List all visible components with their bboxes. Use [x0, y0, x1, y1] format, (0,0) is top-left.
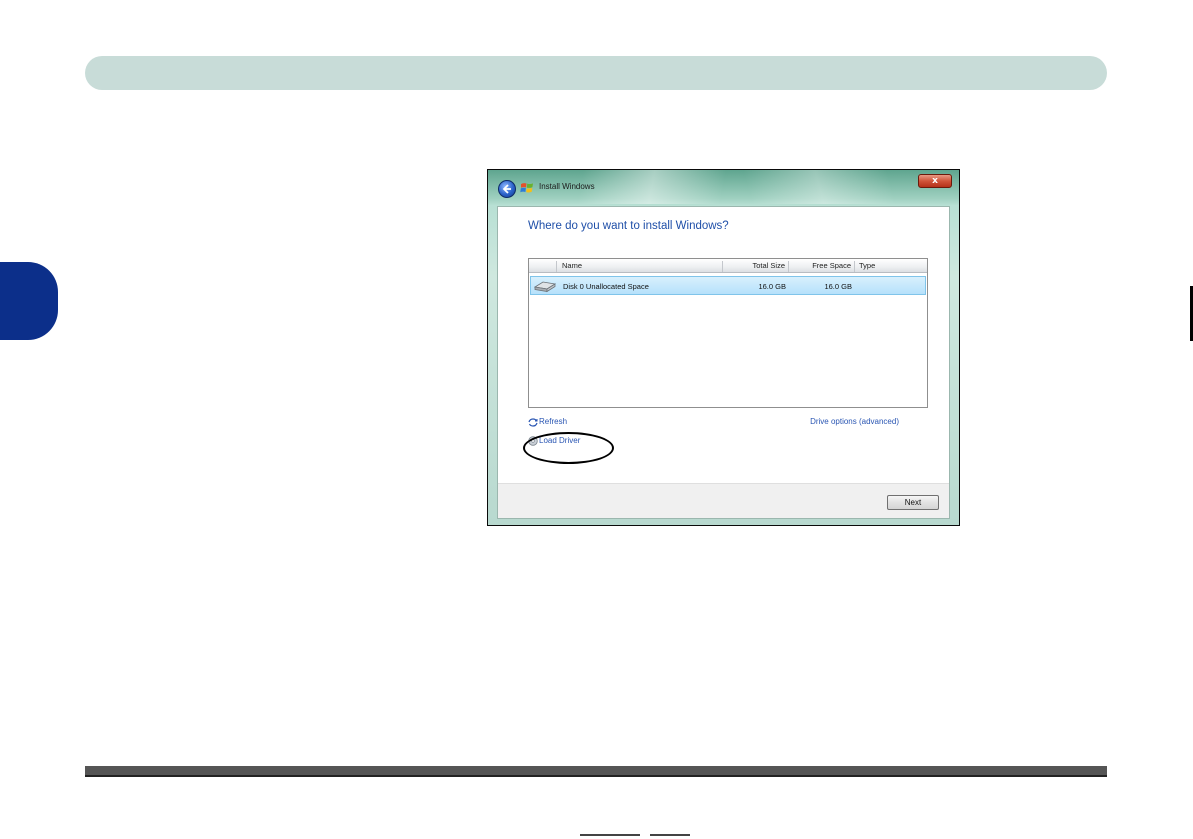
window-title: Install Windows [539, 182, 595, 191]
page-header-bar [85, 56, 1107, 90]
window-frame: Install Windows x Where do you want to i… [488, 170, 959, 525]
title-bar: Install Windows x [488, 170, 959, 204]
disk-total-size: 16.0 GB [758, 282, 786, 291]
icon-column-divider [556, 261, 557, 272]
table-row[interactable]: Disk 0 Unallocated Space 16.0 GB 16.0 GB [530, 276, 926, 295]
close-button[interactable]: x [918, 174, 952, 188]
column-header-free-space[interactable]: Free Space [788, 261, 854, 272]
chapter-tab [0, 262, 58, 340]
highlight-circle [523, 432, 614, 464]
install-windows-dialog: Install Windows x Where do you want to i… [487, 169, 960, 526]
footer-mark [650, 834, 690, 836]
table-header: Name Total Size Free Space Type [529, 259, 927, 273]
back-arrow-icon[interactable] [498, 180, 516, 198]
hard-disk-icon [533, 281, 557, 293]
dialog-content: Where do you want to install Windows? Na… [497, 206, 950, 519]
column-header-total-size[interactable]: Total Size [722, 261, 788, 272]
footer-mark [580, 834, 640, 836]
column-header-type[interactable]: Type [854, 261, 928, 272]
disk-name: Disk 0 Unallocated Space [563, 282, 649, 291]
refresh-link[interactable]: Refresh [539, 417, 567, 426]
disk-table: Name Total Size Free Space Type Disk 0 U… [528, 258, 928, 408]
windows-logo-icon [520, 183, 533, 193]
page-footer-rule [85, 766, 1107, 777]
refresh-icon[interactable] [528, 418, 538, 427]
button-area: Next [498, 483, 949, 518]
next-button[interactable]: Next [887, 495, 939, 510]
column-header-name[interactable]: Name [562, 261, 582, 272]
drive-options-link[interactable]: Drive options (advanced) [810, 417, 899, 426]
install-location-prompt: Where do you want to install Windows? [528, 220, 729, 232]
disk-free-space: 16.0 GB [824, 282, 852, 291]
